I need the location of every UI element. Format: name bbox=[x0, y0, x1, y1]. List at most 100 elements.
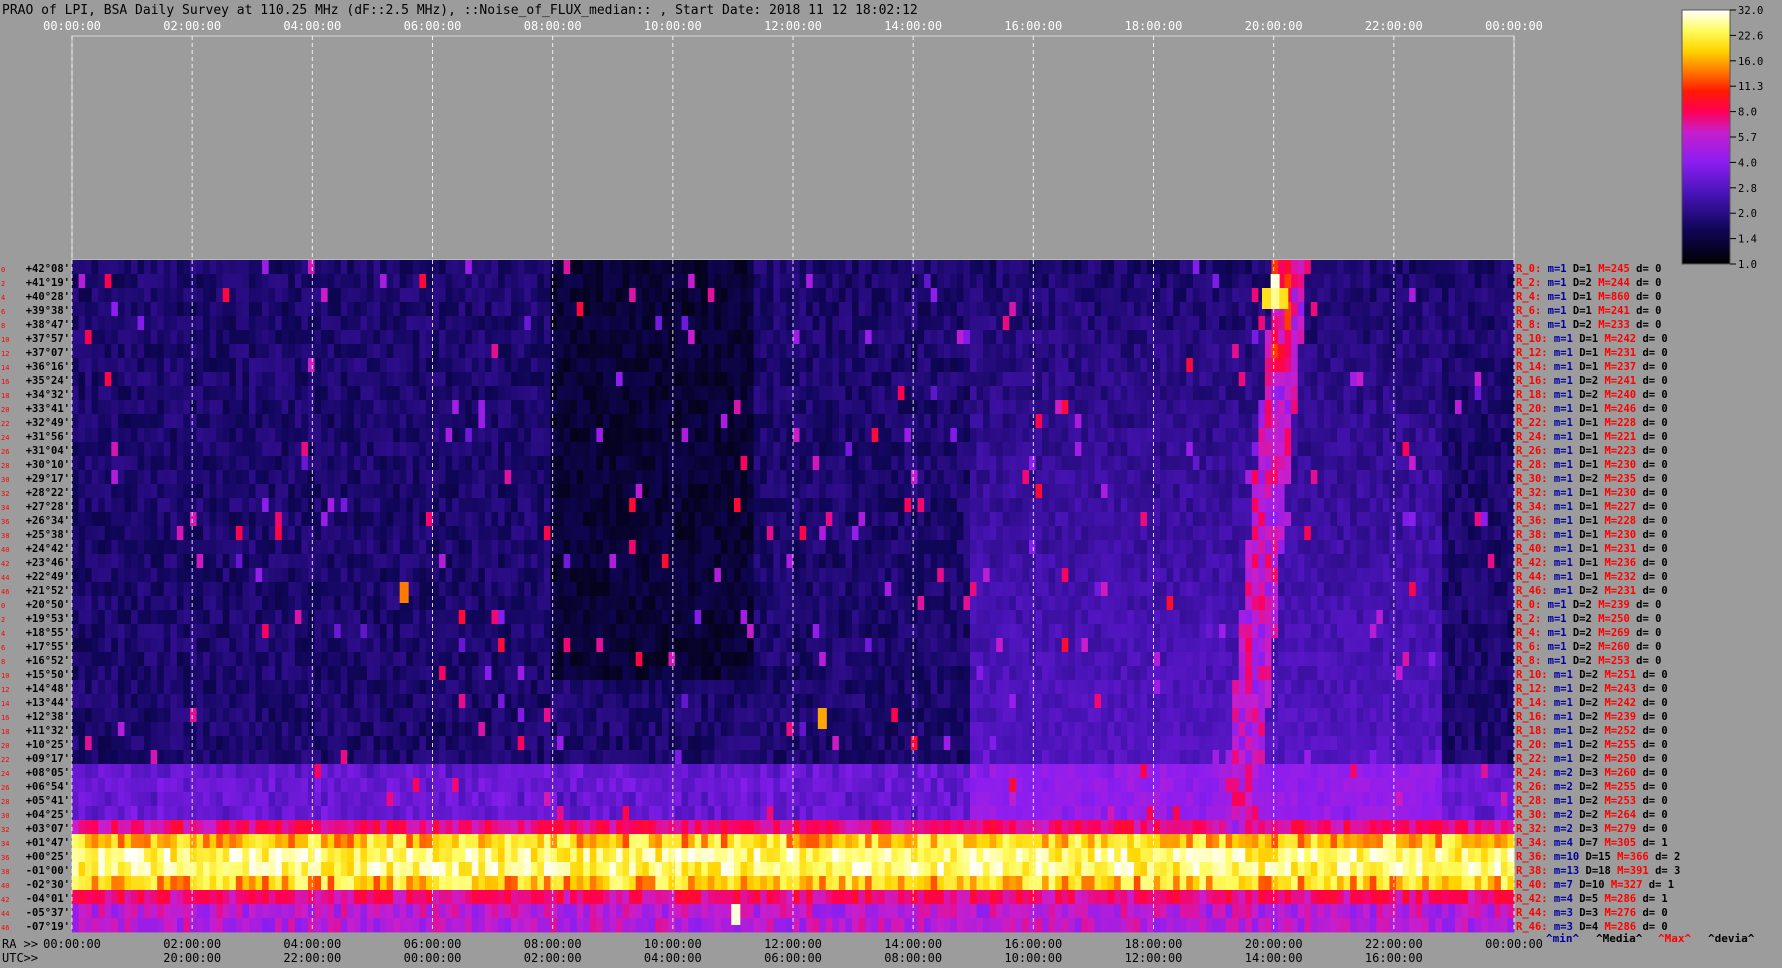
heatmap-cell bbox=[1186, 540, 1194, 555]
heatmap-cell bbox=[983, 288, 991, 303]
heatmap-cell bbox=[412, 344, 420, 359]
heatmap-cell bbox=[943, 498, 951, 513]
heatmap-cell bbox=[1225, 358, 1233, 373]
heatmap-cell bbox=[1245, 470, 1253, 485]
heatmap-cell bbox=[281, 456, 289, 471]
heatmap-cell bbox=[701, 274, 709, 289]
heatmap-cell bbox=[1186, 302, 1194, 317]
heatmap-cell bbox=[655, 414, 663, 429]
heatmap-cell bbox=[137, 358, 145, 373]
heatmap-cell bbox=[340, 470, 348, 485]
heatmap-cell bbox=[203, 456, 211, 471]
heatmap-cell bbox=[524, 316, 532, 331]
heatmap-cell bbox=[1428, 260, 1436, 275]
heatmap-cell bbox=[1323, 400, 1331, 415]
heatmap-cell bbox=[1428, 302, 1436, 317]
heatmap-cell bbox=[163, 470, 171, 485]
heatmap-cell bbox=[229, 372, 237, 387]
heatmap-cell bbox=[576, 358, 584, 373]
heatmap-cell bbox=[943, 330, 951, 345]
heatmap-cell bbox=[498, 568, 505, 583]
heatmap-cell bbox=[517, 442, 525, 457]
heatmap-cell bbox=[661, 442, 669, 457]
heatmap-cell bbox=[91, 400, 99, 415]
heatmap-cell bbox=[786, 288, 794, 303]
heatmap-cell bbox=[943, 414, 951, 429]
heatmap-cell bbox=[1507, 442, 1515, 457]
heatmap-cell bbox=[1055, 302, 1063, 317]
heatmap-cell bbox=[897, 316, 905, 331]
heatmap-cell bbox=[1435, 470, 1443, 485]
heatmap-cell bbox=[1127, 526, 1135, 541]
heatmap-cell bbox=[871, 456, 879, 471]
heatmap-cell bbox=[1428, 512, 1436, 527]
heatmap-cell bbox=[386, 344, 394, 359]
heatmap-cell bbox=[170, 288, 178, 303]
heatmap-cell bbox=[589, 540, 597, 555]
heatmap-cell bbox=[1323, 274, 1331, 289]
heatmap-cell bbox=[753, 400, 761, 415]
heatmap-cell bbox=[78, 498, 86, 513]
heatmap-cell bbox=[622, 484, 630, 499]
heatmap-cell bbox=[471, 456, 479, 471]
heatmap-cell bbox=[1028, 456, 1036, 471]
heatmap-cell bbox=[602, 260, 610, 275]
heatmap-cell bbox=[229, 302, 237, 317]
heatmap-cell bbox=[753, 540, 761, 555]
heatmap-cell bbox=[720, 330, 728, 345]
heatmap-cell bbox=[904, 288, 912, 303]
heatmap-cell bbox=[1225, 330, 1233, 345]
heatmap-cell bbox=[72, 484, 79, 499]
heatmap-cell bbox=[498, 316, 505, 331]
heatmap-cell bbox=[865, 512, 873, 527]
heatmap-cell bbox=[1192, 526, 1200, 541]
heatmap-cell bbox=[602, 414, 610, 429]
heatmap-cell bbox=[1087, 540, 1095, 555]
heatmap-cell bbox=[327, 554, 335, 569]
heatmap-cell bbox=[491, 288, 499, 303]
heatmap-cell bbox=[458, 456, 466, 471]
heatmap-cell bbox=[910, 470, 918, 485]
heatmap-cell bbox=[1448, 274, 1456, 289]
heatmap-cell bbox=[655, 344, 663, 359]
heatmap-cell bbox=[1382, 498, 1390, 513]
heatmap-cell bbox=[1343, 344, 1351, 359]
heatmap-cell bbox=[740, 512, 748, 527]
heatmap-cell bbox=[969, 302, 977, 317]
heatmap-cell bbox=[366, 540, 374, 555]
heatmap-cell bbox=[793, 414, 800, 429]
heatmap-cell bbox=[504, 484, 512, 499]
heatmap-cell bbox=[871, 554, 879, 569]
heatmap-cell bbox=[216, 288, 224, 303]
heatmap-cell bbox=[806, 526, 814, 541]
heatmap-cell bbox=[956, 358, 964, 373]
heatmap-cell bbox=[478, 512, 486, 527]
heatmap-cell bbox=[635, 274, 643, 289]
heatmap-cell bbox=[609, 568, 617, 583]
heatmap-cell bbox=[629, 484, 637, 499]
heatmap-cell bbox=[288, 442, 296, 457]
heatmap-cell bbox=[570, 568, 578, 583]
heatmap-cell bbox=[812, 358, 820, 373]
heatmap-cell bbox=[491, 442, 499, 457]
heatmap-cell bbox=[904, 344, 912, 359]
heatmap-cell bbox=[1225, 428, 1233, 443]
heatmap-cell bbox=[124, 288, 132, 303]
heatmap-cell bbox=[327, 414, 335, 429]
heatmap-cell bbox=[845, 498, 853, 513]
heatmap-cell bbox=[412, 274, 420, 289]
heatmap-cell bbox=[563, 456, 571, 471]
heatmap-cell bbox=[1382, 484, 1390, 499]
heatmap-cell bbox=[1428, 554, 1436, 569]
heatmap-cell bbox=[1022, 414, 1030, 429]
heatmap-cell bbox=[425, 526, 433, 541]
heatmap-cell bbox=[1219, 274, 1226, 289]
heatmap-cell bbox=[288, 554, 296, 569]
heatmap-cell bbox=[242, 274, 250, 289]
heatmap-cell bbox=[1173, 344, 1181, 359]
heatmap-cell bbox=[786, 540, 794, 555]
heatmap-cell bbox=[1337, 442, 1344, 457]
heatmap-cell bbox=[262, 372, 270, 387]
heatmap-cell bbox=[897, 414, 905, 429]
heatmap-cell bbox=[524, 288, 532, 303]
